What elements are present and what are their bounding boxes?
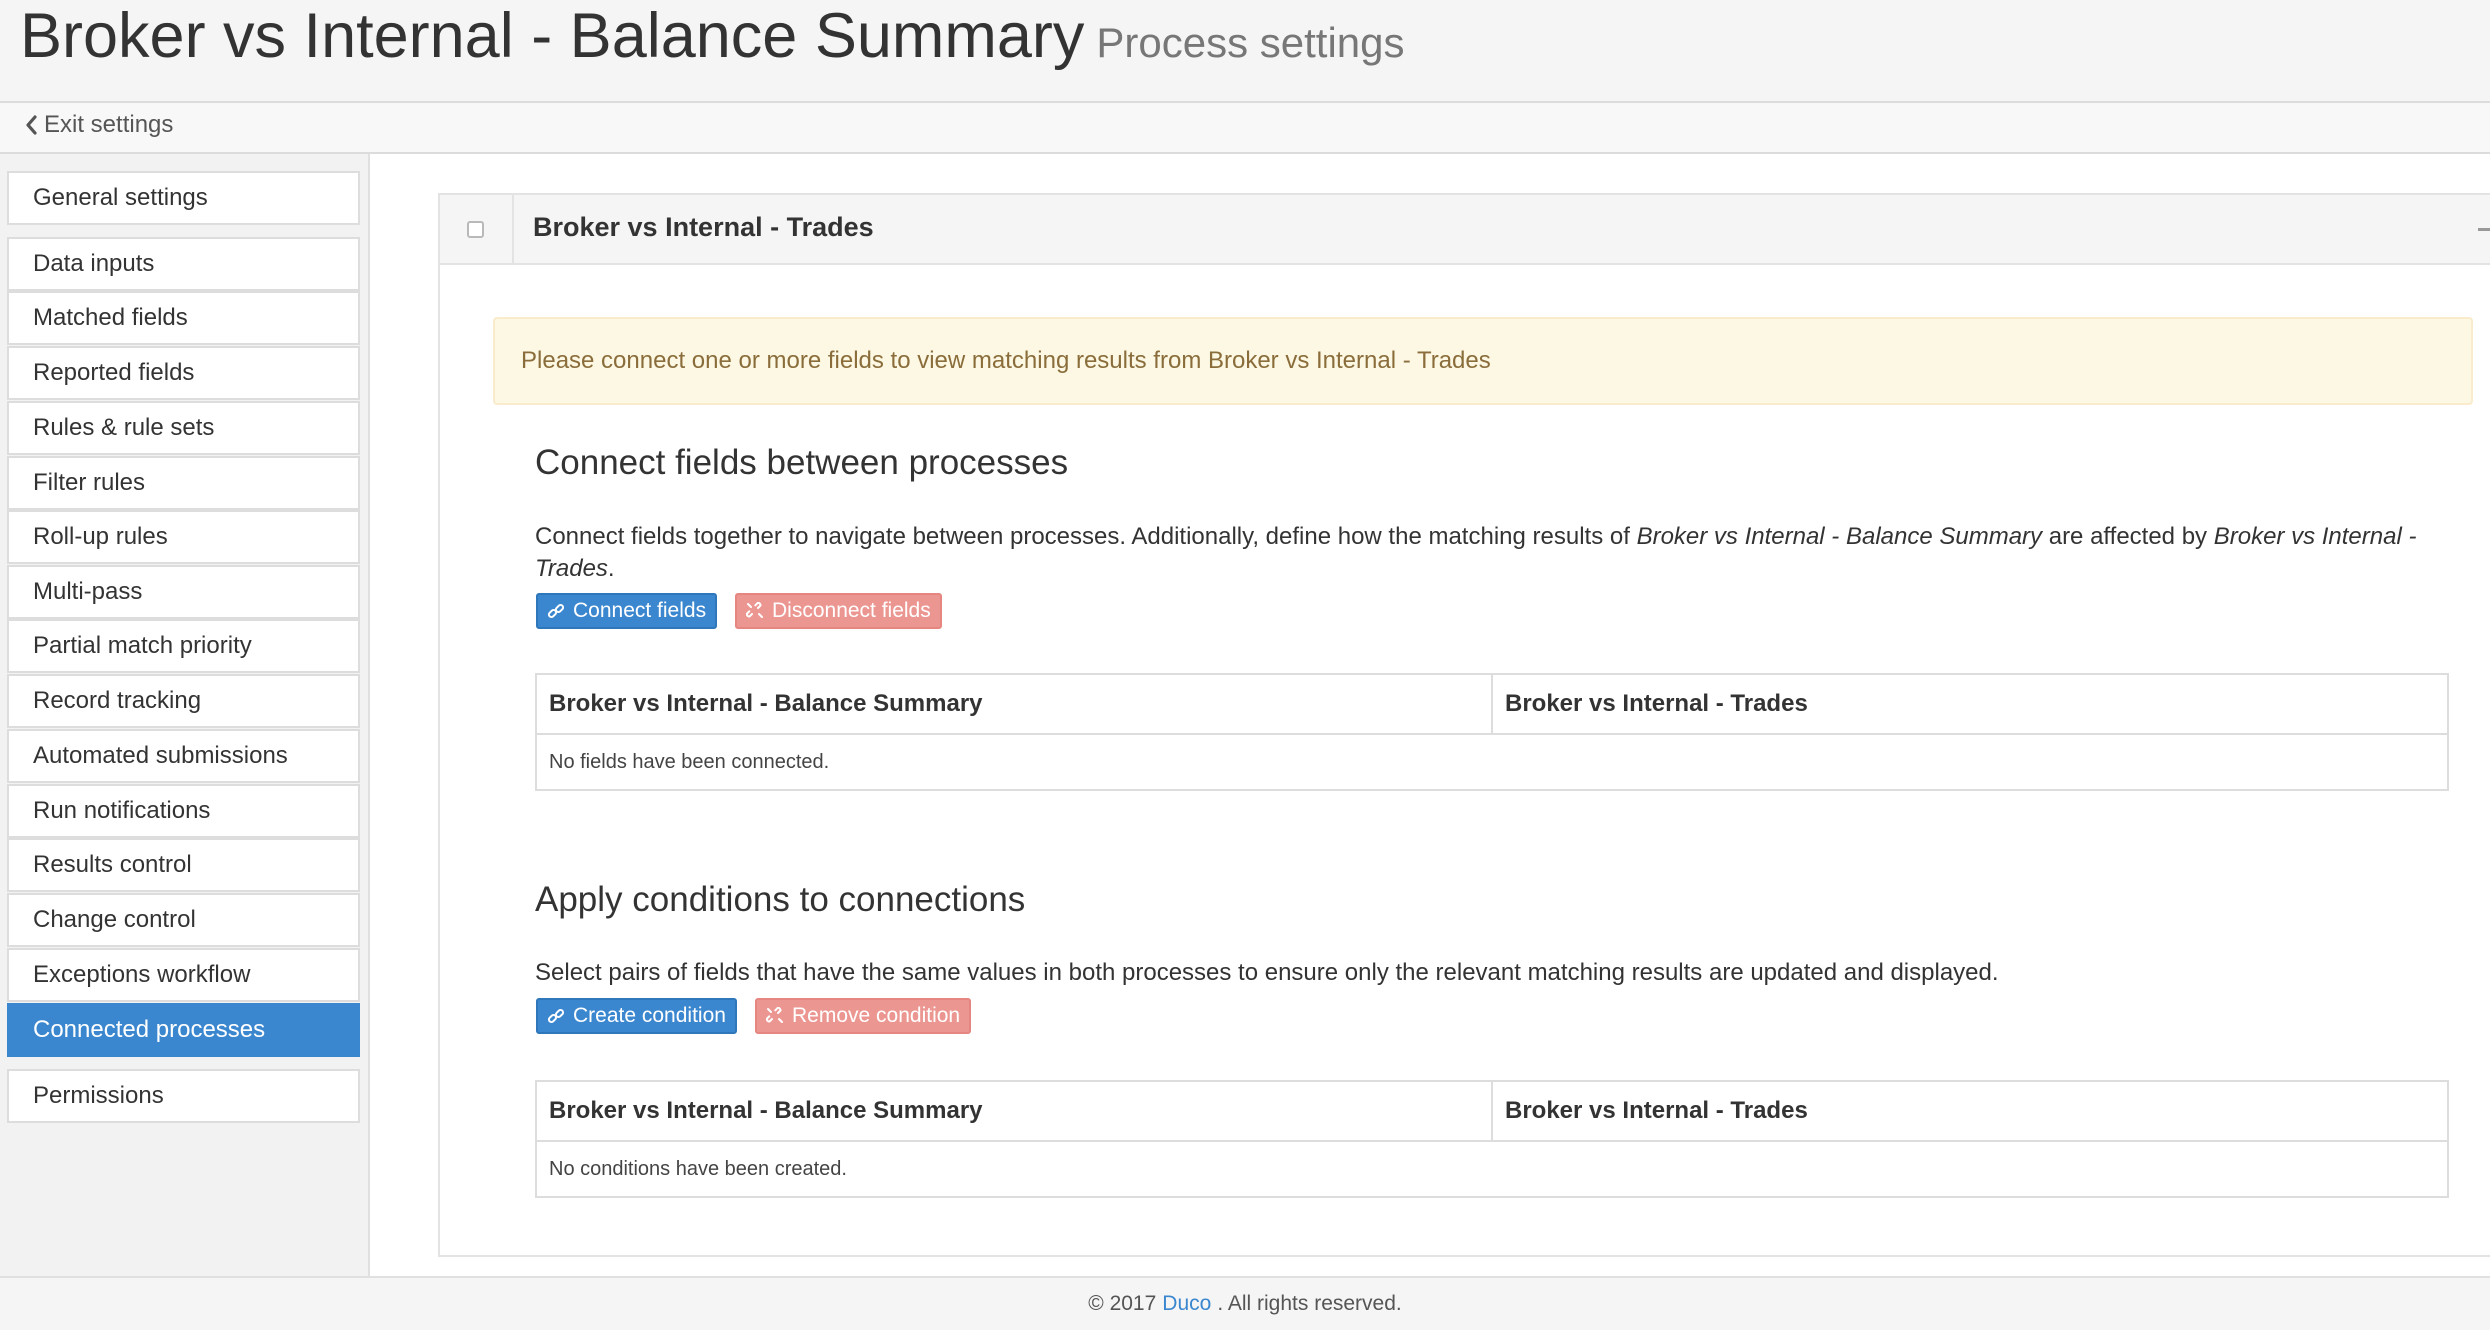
sidebar-item-label: Partial match priority [33, 632, 252, 659]
desc-text: Connect fields together to navigate betw… [535, 523, 1637, 550]
sidebar-item-automated-submissions[interactable]: Automated submissions [7, 729, 360, 783]
alert-text: Please connect one or more fields to vie… [521, 347, 1491, 374]
sidebar-item-change-control[interactable]: Change control [7, 893, 360, 947]
sidebar-item-label: Reported fields [33, 359, 195, 386]
connected-fields-table: Broker vs Internal - Balance Summary Bro… [535, 673, 2449, 791]
desc-text: are affected by [2042, 523, 2214, 550]
sidebar-item-matched-fields[interactable]: Matched fields [7, 291, 360, 345]
page-footer: © 2017 Duco . All rights reserved. [0, 1276, 2490, 1330]
link-icon [547, 1007, 565, 1025]
exit-settings-label: Exit settings [44, 111, 174, 138]
sidebar-item-label: Automated submissions [33, 742, 288, 769]
sidebar-item-label: Filter rules [33, 469, 146, 496]
conditions-table: Broker vs Internal - Balance Summary Bro… [535, 1080, 2449, 1198]
connect-fields-heading: Connect fields between processes [535, 443, 1069, 482]
table-header-row: Broker vs Internal - Balance Summary Bro… [535, 1080, 2449, 1142]
sidebar-item-label: Permissions [33, 1082, 164, 1109]
column-header-balance-summary: Broker vs Internal - Balance Summary [535, 673, 1493, 735]
sidebar-item-label: Run notifications [33, 797, 211, 824]
sidebar-item-label: Multi-pass [33, 578, 143, 605]
warning-alert: Please connect one or more fields to vie… [493, 317, 2473, 405]
desc-text: . [607, 555, 615, 582]
remove-condition-button[interactable]: Remove condition [755, 998, 972, 1034]
connect-fields-label: Connect fields [573, 599, 707, 622]
sidebar-item-filter-rules[interactable]: Filter rules [7, 456, 360, 510]
table-row: No fields have been connected. [535, 733, 2449, 791]
apply-conditions-description: Select pairs of fields that have the sam… [535, 959, 1999, 986]
sidebar-item-label: Record tracking [33, 687, 202, 714]
remove-condition-label: Remove condition [792, 1004, 961, 1027]
desc-process-name: Broker vs Internal - Balance Summary [1636, 523, 2043, 550]
sidebar-item-label: Connected processes [33, 1016, 266, 1043]
panel-title: Broker vs Internal - Trades [533, 212, 874, 242]
unlink-icon [746, 602, 764, 620]
disconnect-fields-label: Disconnect fields [772, 599, 931, 622]
duco-link[interactable]: Duco [1162, 1292, 1211, 1316]
table-header-row: Broker vs Internal - Balance Summary Bro… [535, 673, 2449, 735]
sidebar-item-label: Results control [33, 851, 192, 878]
apply-conditions-heading: Apply conditions to connections [535, 880, 1026, 919]
page-title: Broker vs Internal - Balance Summary Proc… [20, 1, 1405, 71]
connected-process-panel: Broker vs Internal - Trades Please conne… [438, 193, 2490, 1257]
page-subtitle: Process settings [1096, 19, 1405, 66]
sidebar-item-record-tracking[interactable]: Record tracking [7, 674, 360, 728]
disconnect-fields-button[interactable]: Disconnect fields [735, 593, 942, 629]
sidebar-item-label: Matched fields [33, 304, 188, 331]
panel-header: Broker vs Internal - Trades [440, 195, 2490, 265]
sidebar-item-general-settings[interactable]: General settings [7, 171, 360, 225]
sidebar-item-exceptions-workflow[interactable]: Exceptions workflow [7, 948, 360, 1002]
collapse-icon[interactable] [2478, 228, 2490, 231]
sidebar-item-label: Data inputs [33, 250, 155, 277]
chevron-left-icon [24, 114, 38, 136]
column-header-trades: Broker vs Internal - Trades [1491, 1080, 2449, 1142]
column-header-balance-summary: Broker vs Internal - Balance Summary [535, 1080, 1493, 1142]
unlink-icon [766, 1007, 784, 1025]
exit-settings-bar: Exit settings [0, 103, 2490, 154]
empty-table-message: No fields have been connected. [535, 733, 2449, 791]
connect-fields-button[interactable]: Connect fields [536, 593, 718, 629]
footer-rights: . All rights reserved. [1217, 1292, 1402, 1315]
panel-select-checkbox[interactable] [467, 221, 484, 238]
sidebar-item-reported-fields[interactable]: Reported fields [7, 346, 360, 400]
sidebar-item-partial-match-priority[interactable]: Partial match priority [7, 619, 360, 673]
table-row: No conditions have been created. [535, 1140, 2449, 1198]
sidebar-item-connected-processes[interactable]: Connected processes [7, 1003, 360, 1057]
connect-fields-description: Connect fields together to navigate betw… [535, 521, 2465, 585]
sidebar-item-run-notifications[interactable]: Run notifications [7, 784, 360, 838]
sidebar-item-multi-pass[interactable]: Multi-pass [7, 565, 360, 619]
sidebar-item-rules-rule-sets[interactable]: Rules & rule sets [7, 401, 360, 455]
sidebar-item-label: Exceptions workflow [33, 961, 251, 988]
footer-copyright: © 2017 [1088, 1292, 1157, 1315]
panel-checkbox-cell [440, 195, 514, 263]
sidebar-item-permissions[interactable]: Permissions [7, 1069, 360, 1123]
sidebar-item-label: Change control [33, 906, 196, 933]
sidebar-item-results-control[interactable]: Results control [7, 838, 360, 892]
link-icon [547, 602, 565, 620]
page-header: Broker vs Internal - Balance Summary Proc… [0, 0, 2490, 103]
sidebar-item-data-inputs[interactable]: Data inputs [7, 237, 360, 291]
exit-settings-link[interactable]: Exit settings [24, 111, 173, 139]
settings-sidebar: General settings Data inputs Matched fie… [0, 154, 370, 1276]
sidebar-item-roll-up-rules[interactable]: Roll-up rules [7, 510, 360, 564]
sidebar-item-label: Rules & rule sets [33, 414, 215, 441]
sidebar-item-label: Roll-up rules [33, 523, 168, 550]
create-condition-button[interactable]: Create condition [536, 998, 737, 1034]
empty-table-message: No conditions have been created. [535, 1140, 2449, 1198]
column-header-trades: Broker vs Internal - Trades [1491, 673, 2449, 735]
sidebar-item-label: General settings [33, 184, 208, 211]
create-condition-label: Create condition [573, 1004, 726, 1027]
page-title-text: Broker vs Internal - Balance Summary [20, 1, 1085, 71]
